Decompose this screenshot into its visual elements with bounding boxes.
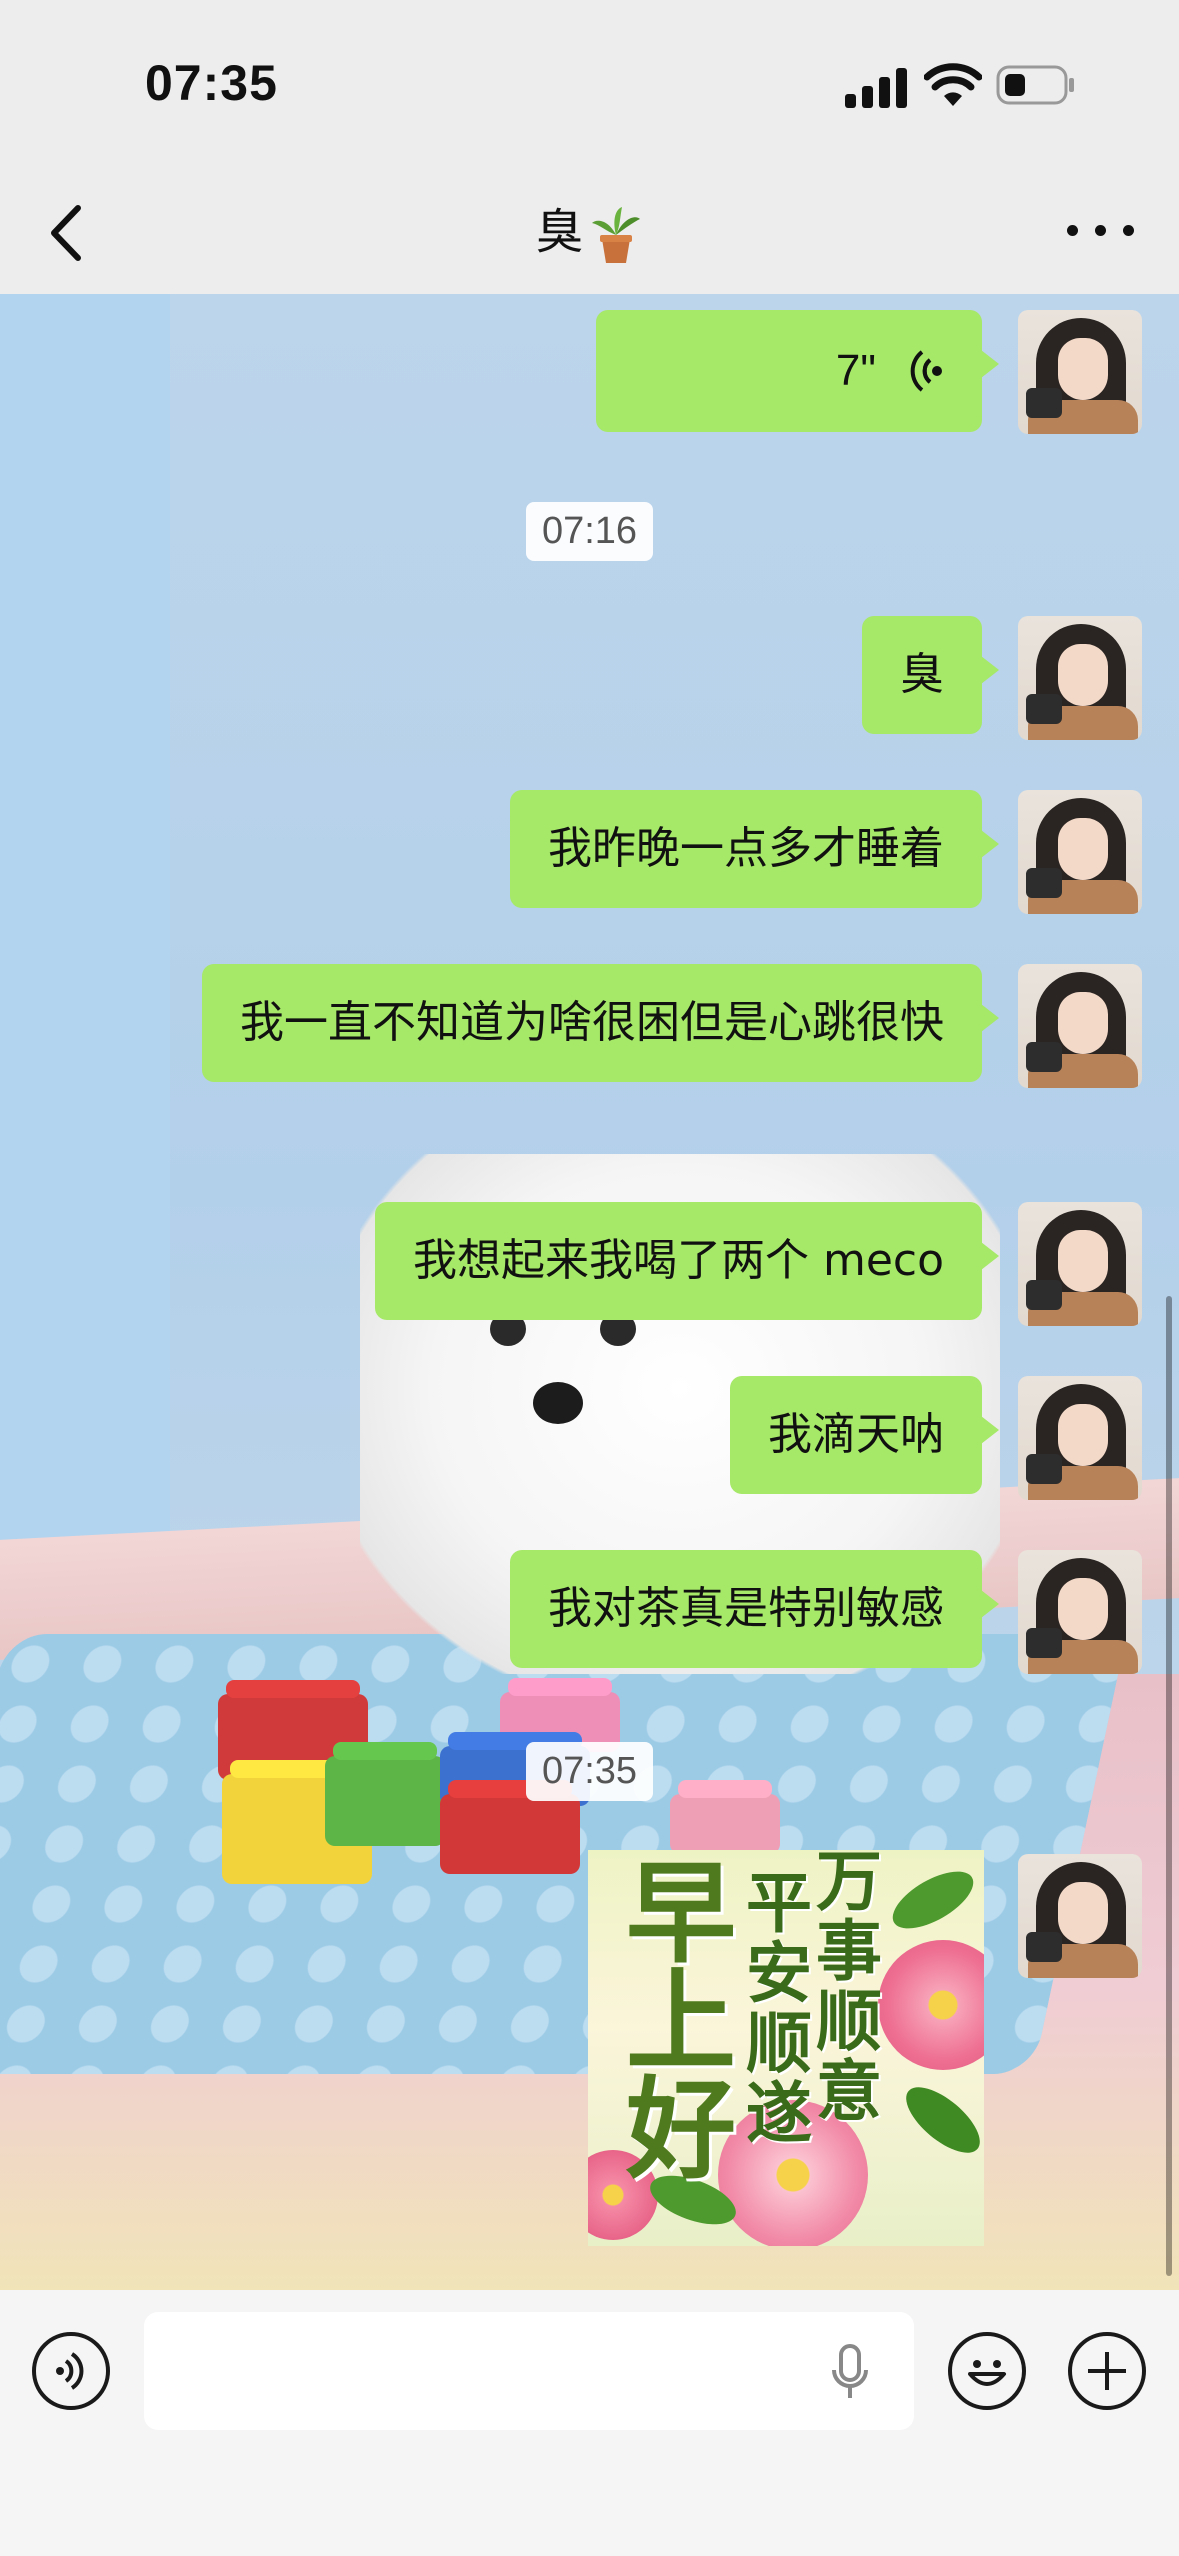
sticker-image[interactable]: 早上好 平安顺遂 万事顺意 [588, 1850, 984, 2246]
wallpaper-wall [0, 294, 170, 1594]
timestamp: 07:16 [0, 502, 1179, 561]
message-bubble[interactable]: 臭 [862, 616, 999, 734]
avatar[interactable] [1018, 1854, 1142, 1978]
message-bubble[interactable]: 我一直不知道为啥很困但是心跳很快 [202, 964, 999, 1082]
message-text: 我一直不知道为啥很困但是心跳很快 [240, 997, 944, 1048]
avatar[interactable] [1018, 964, 1142, 1088]
chat-area[interactable]: 7" 07:16 臭 我昨晚一点多才睡着 我一直不知道为啥很困但是心跳很快 我想… [0, 294, 1179, 2290]
voice-wave-icon [56, 2352, 84, 2390]
status-bar: 07:35 [0, 0, 1179, 170]
message-bubble[interactable]: 我对茶真是特别敏感 [510, 1550, 999, 1668]
status-time: 07:35 [145, 55, 278, 111]
dog-nose [533, 1382, 583, 1424]
battery-icon [996, 65, 1074, 105]
avatar[interactable] [1018, 310, 1142, 434]
message-text: 我对茶真是特别敏感 [548, 1583, 944, 1634]
message-bubble[interactable]: 我昨晚一点多才睡着 [510, 790, 999, 908]
emoji-button[interactable] [948, 2332, 1026, 2410]
avatar[interactable] [1018, 1202, 1142, 1326]
timestamp-text: 07:16 [525, 502, 654, 561]
message-bubble[interactable]: 我滴天呐 [730, 1376, 999, 1494]
cellular-signal-icon [845, 66, 909, 108]
sticker-text-col1: 平安顺遂 [746, 1864, 812, 2152]
plus-icon [1088, 2352, 1126, 2390]
wifi-icon [924, 63, 982, 106]
voice-duration: 7" [835, 346, 876, 395]
add-more-button[interactable] [1068, 2332, 1146, 2410]
microphone-icon[interactable] [830, 2344, 870, 2402]
voice-message-bubble[interactable]: 7" [596, 310, 999, 432]
message-text: 我昨晚一点多才睡着 [548, 823, 944, 874]
voice-input-button[interactable] [32, 2332, 110, 2410]
toy-block-red-2 [440, 1794, 580, 1874]
message-text: 臭 [900, 649, 944, 700]
nav-bar: 臭 [0, 170, 1179, 294]
chat-title-text: 臭 [535, 204, 584, 260]
toy-block-pink-2 [670, 1794, 780, 1854]
message-text: 我滴天呐 [768, 1409, 944, 1460]
flower-decoration [878, 1940, 984, 2070]
chat-scrollbar[interactable] [1166, 1296, 1172, 2276]
message-bubble[interactable]: 我想起来我喝了两个 meco [374, 1202, 1000, 1320]
message-input[interactable] [144, 2312, 914, 2430]
voice-wave-icon [910, 350, 942, 392]
timestamp: 07:35 [0, 1742, 1179, 1801]
avatar[interactable] [1018, 1550, 1142, 1674]
avatar[interactable] [1018, 1376, 1142, 1500]
message-text: 我想起来我喝了两个 meco [412, 1235, 944, 1286]
timestamp-text: 07:35 [525, 1742, 654, 1801]
potted-plant-icon [591, 207, 640, 263]
input-bar [0, 2290, 1179, 2556]
sticker-text-col2: 万事顺意 [816, 1850, 882, 2130]
avatar[interactable] [1018, 790, 1142, 914]
sticker-big-text: 早上好 [626, 1850, 736, 2194]
smiley-icon [968, 2360, 1006, 2386]
avatar[interactable] [1018, 616, 1142, 740]
more-options-button[interactable] [1067, 220, 1137, 240]
chat-title: 臭 [0, 192, 1179, 265]
